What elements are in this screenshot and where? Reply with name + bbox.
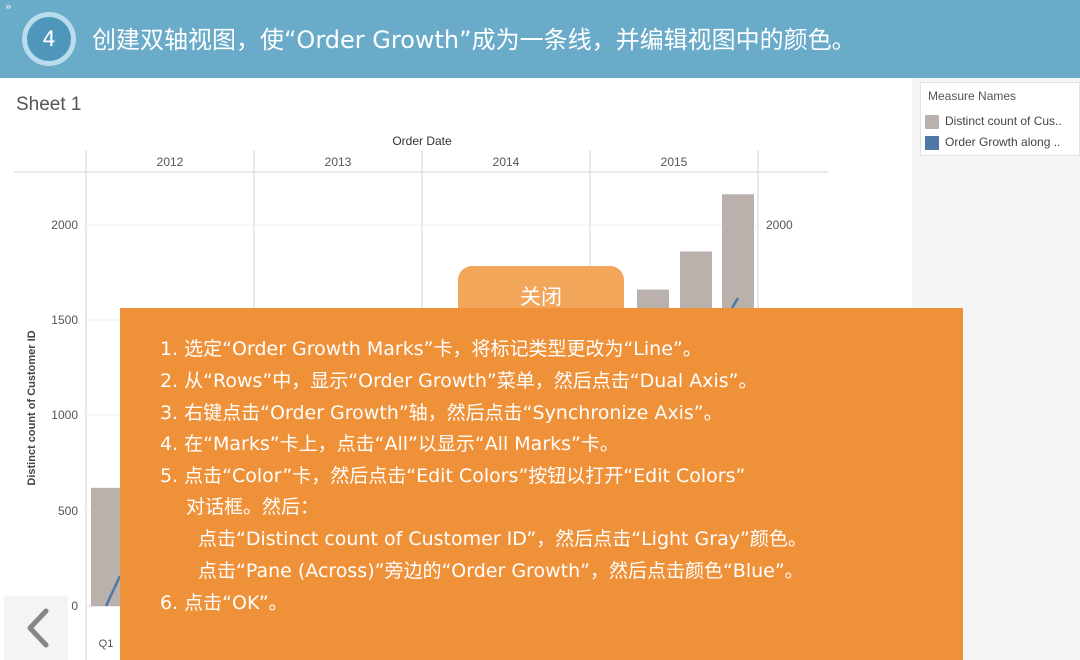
legend-item-order-growth[interactable]: Order Growth along .. <box>925 135 1079 151</box>
instruction-panel: 1. 选定“Order Growth Marks”卡，将标记类型更改为“Line… <box>120 308 963 660</box>
legend-label: Distinct count of Cus.. <box>945 114 1062 128</box>
expand-chevron-icon[interactable]: » <box>5 0 12 13</box>
legend-item-distinct-count[interactable]: Distinct count of Cus.. <box>925 114 1079 130</box>
step-badge: 4 <box>22 12 76 66</box>
legend-swatch <box>925 136 939 150</box>
instruction-step-4: 4. 在“Marks”卡上，点击“All”以显示“All Marks”卡。 <box>160 433 619 455</box>
column-header-label: Order Date <box>392 134 452 148</box>
left-tick-0: 0 <box>71 599 78 613</box>
bar-2012-q1 <box>91 487 123 606</box>
left-tick-1000: 1000 <box>51 408 78 422</box>
instruction-step-5-cont: 对话框。然后： <box>186 496 320 518</box>
close-button-label: 关闭 <box>520 285 562 309</box>
step-number: 4 <box>27 17 71 61</box>
left-axis-title: Distinct count of Customer ID <box>26 330 38 485</box>
back-button[interactable] <box>4 596 68 660</box>
legend-label: Order Growth along .. <box>945 135 1061 149</box>
left-tick-2000: 2000 <box>51 218 78 232</box>
year-label-2015: 2015 <box>661 155 688 169</box>
instruction-step-2: 2. 从“Rows”中，显示“Order Growth”菜单，然后点击“Dual… <box>160 370 758 392</box>
instruction-substep-1: 点击“Distinct count of Customer ID”，然后点击“L… <box>198 528 807 550</box>
instruction-step-3: 3. 右键点击“Order Growth”轴，然后点击“Synchronize … <box>160 402 723 424</box>
tutorial-header: » 4 创建双轴视图，使“Order Growth”成为一条线，并编辑视图中的颜… <box>0 0 1080 78</box>
right-tick-2000: 2000 <box>766 218 793 232</box>
legend-title: Measure Names <box>928 89 1017 103</box>
year-label-2013: 2013 <box>325 155 352 169</box>
year-label-2012: 2012 <box>157 155 184 169</box>
step-title: 创建双轴视图，使“Order Growth”成为一条线，并编辑视图中的颜色。 <box>92 26 856 54</box>
instruction-step-1: 1. 选定“Order Growth Marks”卡，将标记类型更改为“Line… <box>160 338 702 360</box>
quarter-label: Q1 <box>99 638 114 650</box>
legend-swatch <box>925 115 939 129</box>
color-legend[interactable]: Measure Names Distinct count of Cus.. Or… <box>920 82 1080 156</box>
left-tick-500: 500 <box>58 504 78 518</box>
instruction-step-6: 6. 点击“OK”。 <box>160 592 288 614</box>
year-label-2014: 2014 <box>493 155 520 169</box>
chevron-left-icon <box>27 608 49 648</box>
instruction-step-5: 5. 点击“Color”卡，然后点击“Edit Colors”按钮以打开“Edi… <box>160 465 746 487</box>
left-tick-1500: 1500 <box>51 313 78 327</box>
instruction-substep-2: 点击“Pane (Across)”旁边的“Order Growth”，然后点击颜… <box>198 560 804 582</box>
